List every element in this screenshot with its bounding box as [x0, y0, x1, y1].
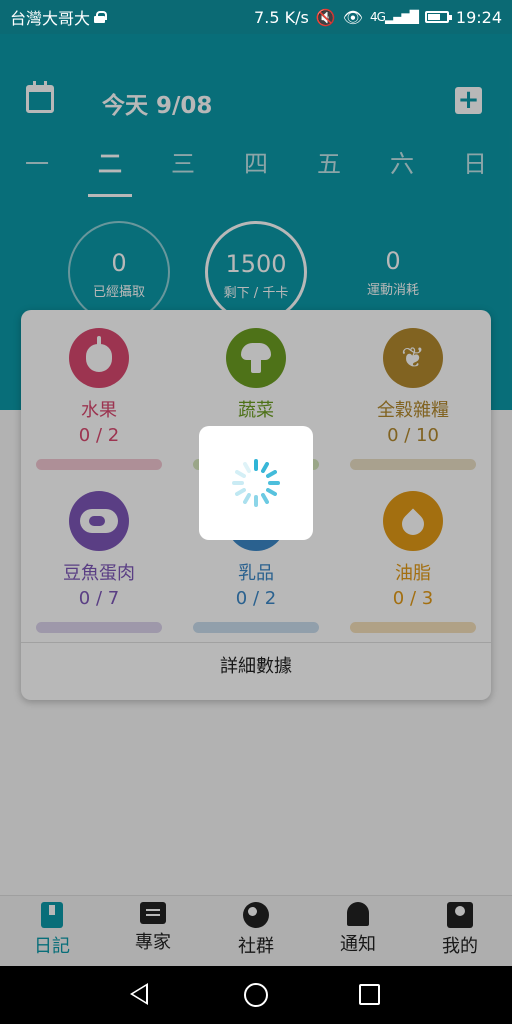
- signal-icon: 4G▂▄▆█: [370, 10, 419, 24]
- system-navigation-bar: [0, 966, 512, 1024]
- status-bar: 台灣大哥大 7.5 K/s 🔇 👁 4G▂▄▆█ 19:24: [0, 0, 512, 34]
- home-icon[interactable]: [244, 983, 268, 1007]
- lock-icon: [94, 11, 108, 23]
- status-right: 7.5 K/s 🔇 👁 4G▂▄▆█ 19:24: [254, 8, 502, 27]
- back-icon[interactable]: [130, 983, 148, 1005]
- loading-spinner-icon: [232, 459, 280, 507]
- status-left: 台灣大哥大: [10, 5, 108, 29]
- mute-icon: 🔇: [315, 7, 336, 27]
- network-speed: 7.5 K/s: [254, 7, 309, 27]
- eye-icon: 👁: [342, 7, 364, 27]
- recent-apps-icon[interactable]: [359, 984, 380, 1005]
- loading-dialog: [199, 426, 313, 540]
- battery-icon: [424, 11, 452, 23]
- clock: 19:24: [455, 7, 502, 27]
- carrier-name: 台灣大哥大: [10, 9, 91, 28]
